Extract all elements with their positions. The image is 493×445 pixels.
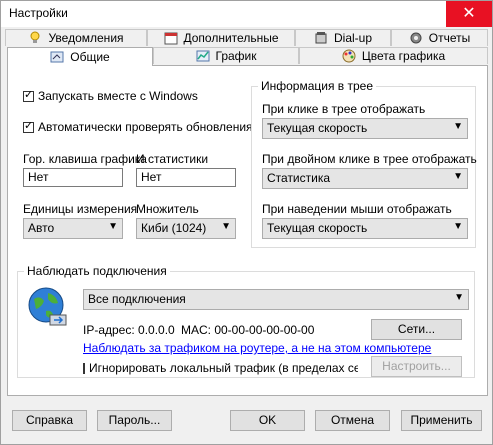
tray-info-group-title: Информация в трее [258, 79, 377, 93]
checkbox-box[interactable] [23, 119, 34, 133]
checkbox-box[interactable] [83, 362, 85, 374]
apply-button[interactable]: Применить [401, 410, 482, 431]
checkbox-box[interactable] [23, 88, 34, 102]
help-button[interactable]: Справка [12, 410, 87, 431]
wrench-icon [50, 51, 64, 63]
auto-update-checkbox[interactable]: Автоматически проверять обновления [23, 119, 253, 134]
tab-additional-label: Дополнительные [183, 31, 279, 45]
configure-button[interactable]: Настроить... [371, 356, 462, 377]
router-traffic-link[interactable]: Наблюдать за трафиком на роутере, а не н… [83, 341, 431, 355]
tray-info-group: Информация в трее При клике в трее отобр… [251, 79, 477, 248]
tray-dblclick-select[interactable]: Статистика ▼ [262, 168, 468, 189]
tab-general[interactable]: Общие [7, 47, 153, 66]
chevron-down-icon: ▼ [453, 121, 463, 132]
chevron-down-icon: ▼ [454, 292, 464, 303]
cancel-button[interactable]: Отмена [315, 410, 390, 431]
tab-additional[interactable]: Дополнительные [147, 29, 295, 46]
multiplier-select[interactable]: Киби (1024) ▼ [136, 218, 236, 239]
globe-network-icon [28, 287, 67, 326]
tab-panel-general: Запускать вместе с Windows Автоматически… [7, 65, 488, 396]
chart-icon [196, 50, 209, 62]
palette-icon [342, 49, 356, 63]
bulb-icon [30, 31, 40, 43]
ignore-local-checkbox[interactable]: Игнорировать локальный трафик (в предела… [83, 361, 358, 375]
units-select-value: Авто [28, 221, 55, 235]
tab-notifications-label: Уведомления [48, 31, 124, 45]
tab-graph[interactable]: График [153, 47, 299, 64]
chevron-down-icon: ▼ [453, 221, 463, 232]
tray-hover-select-value: Текущая скорость [267, 221, 368, 235]
mac-address-text: MAC: 00-00-00-00-00-00 [181, 323, 315, 337]
hotkey-stats-field[interactable]: Нет [136, 168, 236, 187]
ok-button[interactable]: OK [230, 410, 305, 431]
multiplier-label: Множитель [136, 202, 199, 216]
tab-reports[interactable]: Отчеты [391, 29, 488, 46]
networks-button[interactable]: Сети... [371, 319, 462, 340]
start-with-windows-label: Запускать вместе с Windows [38, 89, 198, 103]
hotkey-graph-label: Гор. клавиша графика [23, 152, 147, 166]
start-with-windows-checkbox[interactable]: Запускать вместе с Windows [23, 88, 198, 103]
gear-icon [410, 32, 422, 44]
connection-select-value: Все подключения [88, 292, 186, 306]
title-bar: Настройки ✕ [1, 1, 492, 27]
ip-address-text: IP-адрес: 0.0.0.0 [83, 323, 175, 337]
settings-window: Настройки ✕ Уведомления Дополнительные D… [0, 0, 493, 445]
units-label: Единицы измерения [23, 202, 138, 216]
tray-dblclick-label: При двойном клике в трее отображать [262, 152, 477, 166]
hotkey-stats-label: И статистики [136, 152, 209, 166]
tab-graph-label: График [215, 49, 257, 63]
multiplier-select-value: Киби (1024) [141, 221, 207, 235]
tab-reports-label: Отчеты [428, 31, 471, 45]
monitor-connections-group: Наблюдать подключения Все подключения ▼ … [17, 264, 475, 378]
phone-icon [315, 32, 327, 44]
connection-select[interactable]: Все подключения ▼ [83, 289, 469, 310]
tray-click-select[interactable]: Текущая скорость ▼ [262, 118, 468, 139]
tab-graph-colors[interactable]: Цвета графика [299, 47, 488, 64]
tab-graph-colors-label: Цвета графика [361, 49, 446, 63]
tray-click-select-value: Текущая скорость [267, 121, 368, 135]
window-title: Настройки [9, 6, 68, 20]
tray-hover-select[interactable]: Текущая скорость ▼ [262, 218, 468, 239]
tab-dialup-label: Dial-up [333, 31, 372, 45]
chevron-down-icon: ▼ [453, 171, 463, 182]
tray-click-label: При клике в трее отображать [262, 102, 426, 116]
tray-hover-label: При наведении мыши отображать [262, 202, 452, 216]
hotkey-graph-field[interactable]: Нет [23, 168, 123, 187]
password-button[interactable]: Пароль... [97, 410, 172, 431]
tab-dialup[interactable]: Dial-up [295, 29, 391, 46]
auto-update-label: Автоматически проверять обновления [38, 120, 253, 134]
tab-general-label: Общие [70, 50, 110, 64]
close-button[interactable]: ✕ [446, 1, 492, 27]
chevron-down-icon: ▼ [108, 221, 118, 232]
chevron-down-icon: ▼ [221, 221, 231, 232]
calendar-icon [164, 32, 177, 45]
units-select[interactable]: Авто ▼ [23, 218, 123, 239]
tab-notifications[interactable]: Уведомления [5, 29, 147, 46]
monitor-group-title: Наблюдать подключения [24, 264, 170, 278]
tray-dblclick-select-value: Статистика [267, 171, 331, 185]
ignore-local-label: Игнорировать локальный трафик (в предела… [89, 361, 358, 375]
